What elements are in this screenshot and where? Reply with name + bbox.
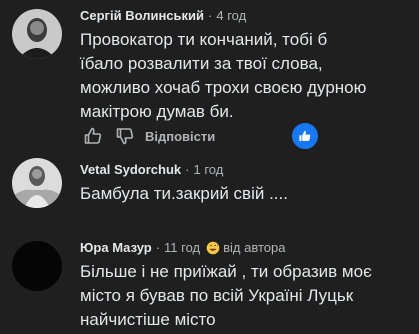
comment-text-line: Більше і не приїжай , ти образив моє <box>80 262 372 281</box>
comment-text: Бамбула ти.закрий свій .... <box>80 182 413 206</box>
comment-text-line: можливо хочаб трохи своєю дурною <box>80 78 367 97</box>
comment-text-line: їбало розвалити за твої слова, <box>80 54 323 73</box>
separator-dot: · <box>185 162 190 177</box>
grinning-sweat-emoji-icon <box>206 241 220 255</box>
author-name[interactable]: Vetal Sydorchuk <box>80 162 181 178</box>
author-badge: від автора <box>223 240 286 255</box>
avatar[interactable] <box>12 241 62 291</box>
comment-text: Більше і не приїжай , ти образив моє міс… <box>80 260 413 332</box>
comment-time[interactable]: 11 год <box>164 240 200 256</box>
dislike-icon[interactable] <box>115 126 135 146</box>
author-name[interactable]: Сергій Волинський <box>80 8 204 24</box>
comment-time[interactable]: 1 год <box>194 162 224 178</box>
comment-meta: Юра Мазур · 11 год від автора <box>80 240 413 256</box>
comment-text-line: макітрою думав би. <box>80 102 234 121</box>
like-icon[interactable] <box>83 126 103 146</box>
comment-actions: Відповісти <box>83 126 215 146</box>
separator-dot: · <box>155 240 161 255</box>
avatar[interactable] <box>12 9 62 59</box>
comment-text: Провокатор ти кончаний, тобі б їбало роз… <box>80 28 413 124</box>
author-name[interactable]: Юра Мазур <box>80 240 152 256</box>
comment-meta: Сергій Волинський · 4 год <box>80 8 413 24</box>
comment-item: Vetal Sydorchuk · 1 год Бамбула ти.закри… <box>0 150 419 230</box>
like-reaction-badge[interactable] <box>290 121 320 151</box>
comment-item: Сергій Волинський · 4 год Провокатор ти … <box>0 0 419 151</box>
comment-item: Юра Мазур · 11 год від автора Більше і н… <box>0 230 419 334</box>
avatar[interactable] <box>12 158 62 208</box>
comment-time[interactable]: 4 год <box>216 8 246 24</box>
comment-text-line: місто я бував по всій Україні Луцьк <box>80 286 354 305</box>
comment-text-line: Провокатор ти кончаний, тобі б <box>80 30 328 49</box>
comment-meta: Vetal Sydorchuk · 1 год <box>80 162 413 178</box>
separator-dot: · <box>208 8 213 23</box>
comment-text-line: Бамбула ти.закрий свій .... <box>80 184 288 203</box>
reply-button[interactable]: Відповісти <box>145 129 215 144</box>
comment-text-line: найчистіше місто <box>80 310 216 329</box>
